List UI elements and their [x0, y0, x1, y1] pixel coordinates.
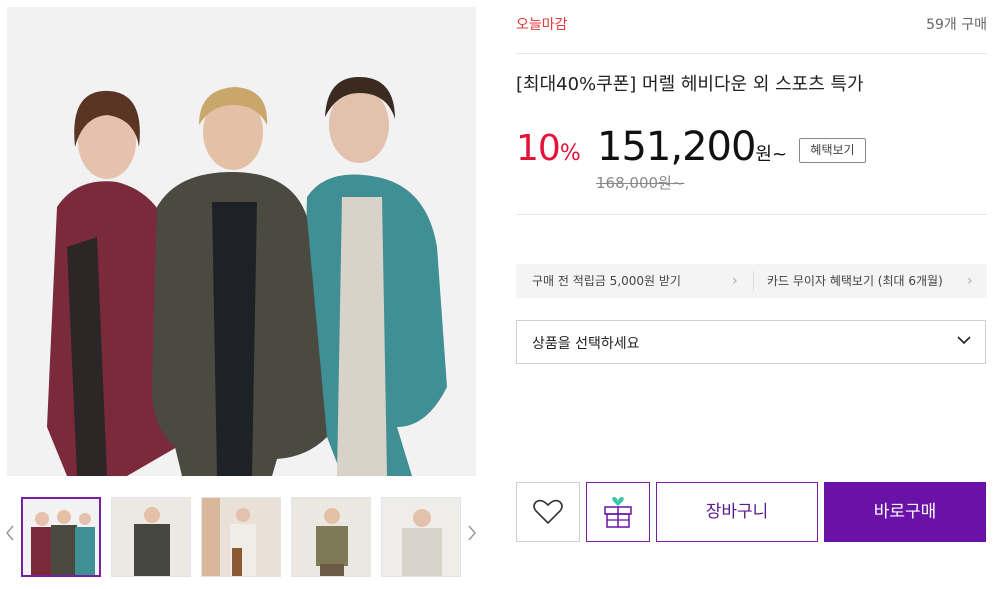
product-info-panel: 오늘마감 59개 구매 [최대40%쿠폰] 머렐 헤비다운 외 스포츠 특가 1… [516, 0, 987, 589]
product-title: [최대40%쿠폰] 머렐 헤비다운 외 스포츠 특가 [516, 74, 864, 95]
benefit-view-button[interactable]: 혜택보기 [799, 138, 866, 163]
benefit-bar: 구매 전 적립금 5,000원 받기 › 카드 무이자 혜택보기 (최대 6개월… [516, 264, 987, 298]
wishlist-button[interactable] [516, 482, 580, 542]
option-select-placeholder: 상품을 선택하세요 [532, 336, 640, 352]
thumbnail-5[interactable] [381, 497, 461, 577]
thumbnail-3[interactable] [201, 497, 281, 577]
thumbnail-photo [112, 498, 190, 576]
thumbnail-1[interactable] [21, 497, 101, 577]
sale-price: 151,200원~ [597, 124, 787, 170]
thumbnail-photo [382, 498, 460, 576]
gift-icon [604, 497, 632, 528]
chevron-left-icon [6, 525, 14, 541]
points-benefit-link[interactable]: 구매 전 적립금 5,000원 받기 › [532, 264, 742, 298]
buy-now-button[interactable]: 바로구매 [824, 482, 986, 542]
thumbnail-photo [292, 498, 370, 576]
top-row: 오늘마감 59개 구매 [516, 14, 987, 34]
divider [516, 214, 987, 215]
purchase-count: 59개 구매 [926, 17, 987, 33]
chevron-down-icon [957, 336, 971, 345]
main-product-image [7, 7, 476, 476]
discount-value: 10 [516, 128, 561, 169]
thumbnail-photo [202, 498, 280, 576]
thumbnail-4[interactable] [291, 497, 371, 577]
thumbnail-next-button[interactable] [466, 524, 478, 546]
sale-price-unit: 원~ [755, 144, 788, 165]
thumbnail-2[interactable] [111, 497, 191, 577]
product-photo [7, 7, 476, 476]
sale-price-value: 151,200 [597, 124, 756, 170]
divider [516, 53, 987, 54]
thumbnail-photo [23, 499, 99, 575]
add-to-cart-button[interactable]: 장바구니 [656, 482, 818, 542]
deadline-badge: 오늘마감 [516, 17, 568, 33]
discount-unit: % [559, 141, 581, 166]
option-select[interactable]: 상품을 선택하세요 [516, 320, 986, 364]
heart-icon [533, 499, 563, 525]
card-benefit-link[interactable]: 카드 무이자 혜택보기 (최대 6개월) › [767, 264, 977, 298]
chevron-right-icon: › [967, 273, 973, 289]
chevron-right-icon [468, 525, 476, 541]
original-price: 168,000원~ [596, 174, 685, 192]
chevron-right-icon: › [732, 273, 738, 289]
card-benefit-label: 카드 무이자 혜택보기 (최대 6개월) [767, 274, 943, 288]
discount-rate: 10% [516, 128, 581, 169]
thumbnail-prev-button[interactable] [4, 524, 16, 546]
points-benefit-label: 구매 전 적립금 5,000원 받기 [532, 274, 681, 288]
divider [753, 271, 754, 291]
gift-button[interactable] [586, 482, 650, 542]
